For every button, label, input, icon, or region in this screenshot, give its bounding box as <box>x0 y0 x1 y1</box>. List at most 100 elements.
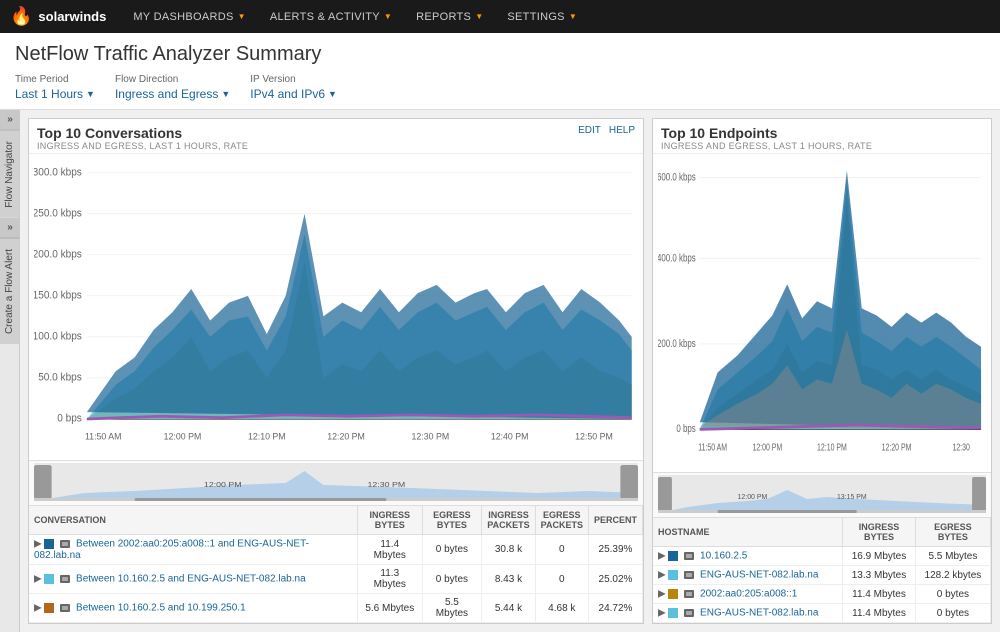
table-row: ▶ Between 10.160.2.5 and ENG-AUS-NET-082… <box>29 565 643 594</box>
server-icon <box>683 607 695 619</box>
edit-button[interactable]: EDIT <box>578 125 601 136</box>
row-expand-icon[interactable]: ▶ <box>34 539 42 550</box>
conversation-link[interactable]: Between 10.160.2.5 and ENG-AUS-NET-082.l… <box>76 574 306 585</box>
ingress-bytes-cell: 11.4 Mbytes <box>358 535 423 565</box>
conversations-chart: 300.0 kbps 250.0 kbps 200.0 kbps 150.0 k… <box>29 154 643 460</box>
svg-text:12:20 PM: 12:20 PM <box>327 431 365 441</box>
conversations-panel-title: Top 10 Conversations <box>37 125 248 141</box>
svg-text:200.0 kbps: 200.0 kbps <box>34 248 82 260</box>
ingress-packets-cell: 8.43 k <box>482 565 535 594</box>
hostname-link[interactable]: ENG-AUS-NET-082.lab.na <box>700 570 818 581</box>
col-ingress-packets: INGRESSPACKETS <box>482 506 535 535</box>
ingress-packets-cell: 5.44 k <box>482 594 535 623</box>
egress-bytes-cell: 5.5 Mbytes <box>422 594 482 623</box>
nav-reports[interactable]: REPORTS ▼ <box>404 0 495 33</box>
ingress-bytes-cell: 11.3 Mbytes <box>358 565 423 594</box>
endpoints-scroll-chart[interactable]: 12:00 PM 13:15 PM <box>653 472 991 517</box>
ip-version-value[interactable]: IPv4 and IPv6 ▼ <box>250 87 337 101</box>
create-alert-toggle[interactable]: » <box>0 218 20 238</box>
hostname-link[interactable]: ENG-AUS-NET-082.lab.na <box>700 608 818 619</box>
row-color-indicator <box>44 539 54 549</box>
hostname-cell: ▶ ENG-AUS-NET-082.lab.na <box>653 604 843 623</box>
percent-cell: 24.72% <box>588 594 642 623</box>
server-icon <box>59 602 71 614</box>
svg-text:12:10 PM: 12:10 PM <box>817 441 847 453</box>
endpoints-panel-subtitle: INGRESS AND EGRESS, LAST 1 HOURS, RATE <box>661 141 872 151</box>
svg-text:12:40 PM: 12:40 PM <box>491 431 529 441</box>
nav-settings[interactable]: SETTINGS ▼ <box>495 0 589 33</box>
col-egress-bytes-ep: EGRESSBYTES <box>915 518 990 547</box>
svg-text:400.0 kbps: 400.0 kbps <box>658 252 696 265</box>
row-expand-icon[interactable]: ▶ <box>658 570 666 581</box>
svg-text:300.0 kbps: 300.0 kbps <box>34 166 82 178</box>
hostname-link[interactable]: 10.160.2.5 <box>700 551 747 562</box>
svg-text:12:30 PM: 12:30 PM <box>412 431 450 441</box>
server-icon <box>59 538 71 550</box>
time-period-label: Time Period <box>15 74 95 85</box>
table-row: ▶ 10.160.2.5 16.9 Mbytes 5.5 Mbytes <box>653 547 991 566</box>
time-period-value[interactable]: Last 1 Hours ▼ <box>15 87 95 101</box>
row-expand-icon[interactable]: ▶ <box>34 574 42 585</box>
svg-text:0 bps: 0 bps <box>676 423 695 436</box>
nav-my-dashboards[interactable]: MY DASHBOARDS ▼ <box>121 0 258 33</box>
conversations-scroll-chart[interactable]: 12:00 PM 12:30 PM <box>29 460 643 505</box>
row-expand-icon[interactable]: ▶ <box>658 608 666 619</box>
conversations-table: CONVERSATION INGRESSBYTES EGRESSBYTES IN… <box>29 505 643 623</box>
row-expand-icon[interactable]: ▶ <box>34 603 42 614</box>
svg-text:12:50 PM: 12:50 PM <box>575 431 613 441</box>
endpoints-data-table: HOSTNAME INGRESSBYTES EGRESSBYTES ▶ 10.1… <box>653 518 991 623</box>
endpoints-scroll-svg: 12:00 PM 13:15 PM <box>658 475 986 513</box>
chevron-down-icon: ▼ <box>238 12 246 21</box>
logo[interactable]: 🔥 solarwinds <box>10 6 106 27</box>
conversations-panel-header: Top 10 Conversations INGRESS AND EGRESS,… <box>29 119 643 154</box>
flow-navigator-toggle[interactable]: » <box>0 110 20 130</box>
conversations-scroll-svg: 12:00 PM 12:30 PM <box>34 463 638 501</box>
conversation-link[interactable]: Between 2002:aa0:205:a008::1 and ENG-AUS… <box>34 539 309 561</box>
svg-text:50.0 kbps: 50.0 kbps <box>38 371 82 383</box>
ip-version-filter: IP Version IPv4 and IPv6 ▼ <box>250 74 337 101</box>
conversation-link[interactable]: Between 10.160.2.5 and 10.199.250.1 <box>76 603 246 614</box>
content-area: Top 10 Conversations INGRESS AND EGRESS,… <box>20 110 1000 632</box>
conversation-cell: ▶ Between 2002:aa0:205:a008::1 and ENG-A… <box>29 535 358 565</box>
create-flow-alert-tab[interactable]: Create a Flow Alert <box>0 238 19 344</box>
col-egress-bytes: EGRESSBYTES <box>422 506 482 535</box>
hostname-link[interactable]: 2002:aa0:205:a008::1 <box>700 589 797 600</box>
ingress-bytes-ep-cell: 13.3 Mbytes <box>843 566 916 585</box>
egress-bytes-ep-cell: 0 bytes <box>915 604 990 623</box>
help-button[interactable]: HELP <box>609 125 635 136</box>
egress-packets-cell: 0 <box>535 535 588 565</box>
conversation-cell: ▶ Between 10.160.2.5 and 10.199.250.1 <box>29 594 358 623</box>
table-row: ▶ Between 10.160.2.5 and 10.199.250.1 5.… <box>29 594 643 623</box>
col-ingress-bytes: INGRESSBYTES <box>358 506 423 535</box>
endpoints-table: HOSTNAME INGRESSBYTES EGRESSBYTES ▶ 10.1… <box>653 517 991 623</box>
nav-alerts-activity[interactable]: ALERTS & ACTIVITY ▼ <box>258 0 404 33</box>
row-expand-icon[interactable]: ▶ <box>658 589 666 600</box>
svg-text:12:30 PM: 12:30 PM <box>368 481 406 489</box>
flow-direction-filter: Flow Direction Ingress and Egress ▼ <box>115 74 230 101</box>
egress-bytes-ep-cell: 5.5 Mbytes <box>915 547 990 566</box>
flow-navigator-tab[interactable]: Flow Navigator <box>0 130 19 218</box>
endpoints-chart-svg: 600.0 kbps 400.0 kbps 200.0 kbps 0 bps <box>658 159 986 472</box>
hostname-cell: ▶ 10.160.2.5 <box>653 547 843 566</box>
panel-actions: EDIT HELP <box>578 125 635 136</box>
conversations-data-table: CONVERSATION INGRESSBYTES EGRESSBYTES IN… <box>29 506 643 623</box>
chevron-down-icon: ▼ <box>328 89 337 99</box>
chevron-down-icon: ▼ <box>475 12 483 21</box>
egress-bytes-cell: 0 bytes <box>422 535 482 565</box>
col-conversation: CONVERSATION <box>29 506 358 535</box>
row-expand-icon[interactable]: ▶ <box>658 551 666 562</box>
svg-text:12:10 PM: 12:10 PM <box>248 431 286 441</box>
ingress-bytes-ep-cell: 11.4 Mbytes <box>843 585 916 604</box>
conversations-chart-svg: 300.0 kbps 250.0 kbps 200.0 kbps 150.0 k… <box>34 159 638 460</box>
flow-direction-label: Flow Direction <box>115 74 230 85</box>
chevron-down-icon: ▼ <box>86 89 95 99</box>
top-conversations-panel: Top 10 Conversations INGRESS AND EGRESS,… <box>28 118 644 624</box>
server-icon <box>683 588 695 600</box>
row-color-indicator <box>44 603 54 613</box>
side-tabs: » Flow Navigator » Create a Flow Alert <box>0 110 20 632</box>
hostname-cell: ▶ ENG-AUS-NET-082.lab.na <box>653 566 843 585</box>
ingress-packets-cell: 30.8 k <box>482 535 535 565</box>
svg-text:200.0 kbps: 200.0 kbps <box>658 338 696 351</box>
endpoints-panel-header: Top 10 Endpoints INGRESS AND EGRESS, LAS… <box>653 119 991 154</box>
flow-direction-value[interactable]: Ingress and Egress ▼ <box>115 87 230 101</box>
